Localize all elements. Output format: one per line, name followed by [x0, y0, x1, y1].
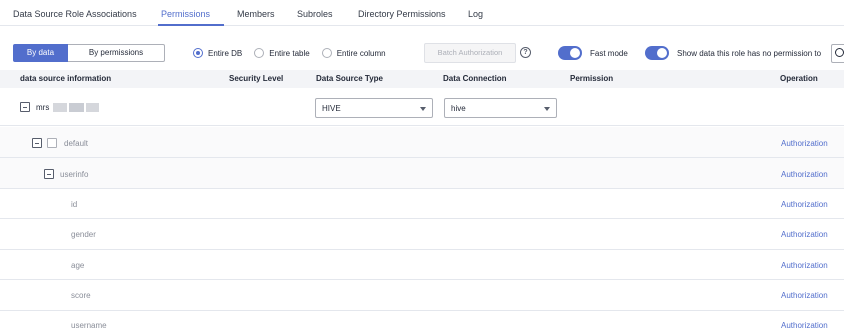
- header-security-level: Security Level: [229, 74, 284, 83]
- fast-mode-toggle[interactable]: [558, 46, 582, 60]
- column-name: score: [71, 291, 91, 300]
- tab-directory-permissions[interactable]: Directory Permissions: [358, 9, 446, 19]
- radio-checked-icon: [193, 48, 203, 58]
- by-permissions-button[interactable]: By permissions: [68, 44, 165, 62]
- source-type-select[interactable]: HIVE: [315, 98, 433, 118]
- column-name: username: [71, 321, 107, 330]
- table-row-database: default Authorization: [0, 127, 844, 158]
- header-source: data source information: [20, 74, 112, 83]
- tab-log[interactable]: Log: [468, 9, 483, 19]
- search-icon: [835, 48, 844, 57]
- authorization-link[interactable]: Authorization: [781, 321, 828, 330]
- radio-label: Entire DB: [208, 48, 243, 58]
- radio-label: Entire table: [269, 48, 310, 58]
- header-connection: Data Connection: [443, 74, 507, 83]
- radio-entire-column[interactable]: Entire column: [321, 48, 386, 58]
- redacted-block: [53, 103, 67, 112]
- authorization-link[interactable]: Authorization: [781, 170, 828, 179]
- by-data-button[interactable]: By data: [13, 44, 68, 62]
- chevron-down-icon: [420, 107, 426, 111]
- help-icon[interactable]: ?: [520, 47, 531, 58]
- radio-unchecked-icon: [254, 48, 265, 58]
- source-name: mrs: [36, 103, 50, 112]
- table-row-column: age Authorization: [0, 250, 844, 280]
- authorization-link[interactable]: Authorization: [781, 139, 828, 148]
- select-value: HIVE: [322, 104, 341, 113]
- redacted-block: [86, 103, 99, 112]
- authorization-link[interactable]: Authorization: [781, 261, 828, 270]
- radio-unchecked-icon: [321, 48, 332, 58]
- batch-authorization-button[interactable]: Batch Authorization: [424, 43, 516, 63]
- active-tab-indicator: [158, 24, 224, 26]
- header-operation: Operation: [780, 74, 818, 83]
- show-no-permission-label: Show data this role has no permission to: [677, 49, 822, 58]
- table-row-table: userinfo Authorization: [0, 158, 844, 189]
- radio-label: Entire column: [336, 48, 386, 58]
- redacted-block: [69, 103, 84, 112]
- authorization-link[interactable]: Authorization: [781, 291, 828, 300]
- tab-subroles[interactable]: Subroles: [297, 9, 333, 19]
- tab-bar: Data Source Role Associations Permission…: [0, 0, 844, 26]
- table-row-column: id Authorization: [0, 189, 844, 219]
- select-value: hive: [451, 104, 466, 113]
- scope-radio-group: Entire DB Entire table Entire column: [193, 48, 398, 58]
- authorization-link[interactable]: Authorization: [781, 230, 828, 239]
- collapse-icon[interactable]: [44, 169, 54, 179]
- data-connection-select[interactable]: hive: [444, 98, 557, 118]
- table-row-column: score Authorization: [0, 280, 844, 311]
- database-name: default: [64, 139, 89, 148]
- collapse-icon[interactable]: [20, 102, 30, 112]
- chevron-down-icon: [544, 107, 550, 111]
- fast-mode-label: Fast mode: [590, 49, 628, 58]
- table-row-column: gender Authorization: [0, 219, 844, 250]
- show-no-permission-toggle[interactable]: [645, 46, 669, 60]
- header-source-type: Data Source Type: [316, 74, 383, 83]
- table-row-column: username Authorization: [0, 311, 844, 332]
- authorization-link[interactable]: Authorization: [781, 200, 828, 209]
- column-name: age: [71, 261, 85, 270]
- radio-entire-table[interactable]: Entire table: [254, 48, 310, 58]
- search-button[interactable]: [831, 44, 844, 63]
- table-name: userinfo: [60, 170, 89, 179]
- column-name: id: [71, 200, 78, 209]
- row-checkbox[interactable]: [47, 138, 57, 148]
- collapse-icon[interactable]: [32, 138, 42, 148]
- tab-data-source-role-associations[interactable]: Data Source Role Associations: [13, 9, 137, 19]
- table-header: data source information Security Level D…: [0, 70, 844, 88]
- table-row-root: mrs HIVE hive: [0, 88, 844, 126]
- column-name: gender: [71, 230, 96, 239]
- radio-entire-db[interactable]: Entire DB: [193, 48, 242, 58]
- header-permission: Permission: [570, 74, 614, 83]
- tab-members[interactable]: Members: [237, 9, 275, 19]
- tab-permissions[interactable]: Permissions: [161, 9, 210, 19]
